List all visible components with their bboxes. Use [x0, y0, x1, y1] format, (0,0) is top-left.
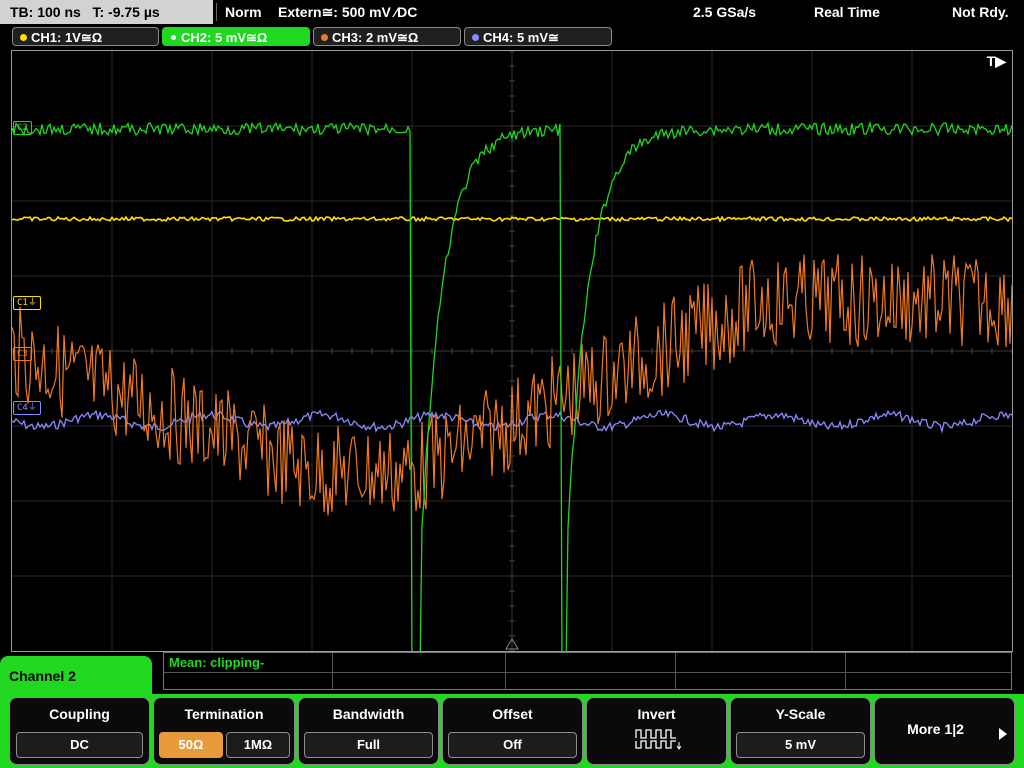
timebase-label: TB: 100 ns	[10, 4, 81, 20]
channel-tab-label: CH2: 5 mV≅Ω	[181, 30, 268, 45]
invert-title: Invert	[637, 706, 676, 722]
ch1-offset-marker[interactable]: C1⏚	[13, 296, 41, 310]
bandwidth-softkey[interactable]: Bandwidth Full	[298, 697, 439, 765]
next-page-arrow-icon	[999, 728, 1007, 740]
more-softkey[interactable]: More 1|2	[874, 697, 1015, 765]
bandwidth-title: Bandwidth	[332, 706, 405, 722]
channel-tab-ch1[interactable]: CH1: 1V≅Ω	[12, 27, 159, 46]
termination-softkey[interactable]: Termination 50Ω 1MΩ	[153, 697, 295, 765]
measurement-mean-label: Mean: clipping-	[169, 655, 265, 670]
invert-softkey[interactable]: Invert	[586, 697, 727, 765]
softkey-panel: Coupling DC Termination 50Ω 1MΩ Bandwidt…	[0, 694, 1024, 768]
divider	[845, 653, 846, 689]
ch1-color-dot	[20, 34, 27, 41]
offset-value-button[interactable]: Off	[448, 732, 577, 758]
channel-menu-label: Channel 2	[9, 668, 76, 684]
offset-softkey[interactable]: Offset Off	[442, 697, 583, 765]
coupling-softkey[interactable]: Coupling DC	[9, 697, 150, 765]
yscale-value-button[interactable]: 5 mV	[736, 732, 865, 758]
ready-state-label: Not Rdy.	[952, 4, 1009, 20]
ch4-offset-marker[interactable]: C4⏚	[13, 401, 41, 415]
measurement-results: Mean: clipping-	[163, 652, 1012, 690]
channel-tab-label: CH1: 1V≅Ω	[31, 30, 103, 45]
sample-rate-label: 2.5 GSa/s	[693, 4, 757, 20]
termination-1mohm-button[interactable]: 1MΩ	[226, 732, 290, 758]
divider	[164, 672, 1011, 673]
trigger-source-label[interactable]: Extern≅: 500 mV ∕DC	[278, 0, 417, 24]
trigger-time-label: T: -9.75 µs	[92, 4, 160, 20]
channel-tab-ch3[interactable]: CH3: 2 mV≅Ω	[313, 27, 461, 46]
channel-tab-label: CH4: 5 mV≅	[483, 30, 559, 45]
invert-waveform-icon	[635, 729, 681, 750]
coupling-value-button[interactable]: DC	[16, 732, 143, 758]
channel-tab-ch2[interactable]: CH2: 5 mV≅Ω	[162, 27, 310, 46]
ch4-color-dot	[472, 34, 479, 41]
divider	[216, 3, 217, 21]
ch3-color-dot	[321, 34, 328, 41]
channel-tab-ch4[interactable]: CH4: 5 mV≅	[464, 27, 612, 46]
divider	[505, 653, 506, 689]
divider	[332, 653, 333, 689]
coupling-title: Coupling	[49, 706, 110, 722]
channel-tab-label: CH3: 2 mV≅Ω	[332, 30, 419, 45]
divider	[675, 653, 676, 689]
bandwidth-value-button[interactable]: Full	[304, 732, 433, 758]
acquisition-mode-label: Real Time	[814, 4, 880, 20]
status-bar: TB: 100 ns T: -9.75 µs Norm Extern≅: 500…	[0, 0, 1024, 24]
yscale-softkey[interactable]: Y-Scale 5 mV	[730, 697, 871, 765]
trigger-position-indicator: T▶	[986, 53, 1006, 69]
trigger-mode-label[interactable]: Norm	[225, 0, 262, 24]
ch3-offset-marker[interactable]: C3	[13, 347, 32, 361]
offset-title: Offset	[492, 706, 533, 722]
more-label: More 1|2	[907, 721, 964, 737]
termination-50ohm-button[interactable]: 50Ω	[159, 732, 223, 758]
yscale-title: Y-Scale	[775, 706, 826, 722]
waveform-canvas[interactable]	[12, 51, 1012, 651]
ch2-color-dot	[170, 34, 177, 41]
ch2-offset-marker[interactable]: C2	[13, 121, 32, 135]
waveform-display[interactable]: T▶ C2 C1⏚ C3 C4⏚	[11, 50, 1013, 652]
timebase-box[interactable]: TB: 100 ns T: -9.75 µs	[0, 0, 213, 24]
termination-title: Termination	[184, 706, 264, 722]
